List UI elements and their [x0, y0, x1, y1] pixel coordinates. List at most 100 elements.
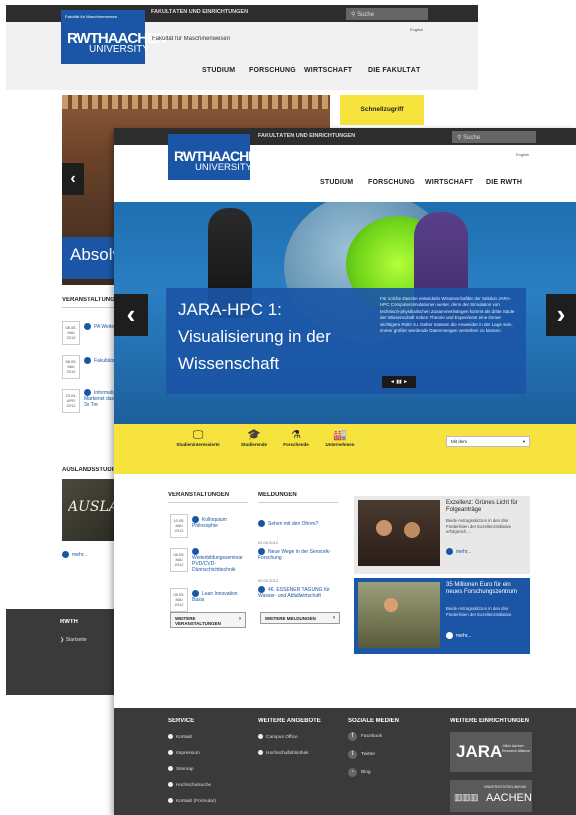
footer-link[interactable]: Kontakt (Formular)	[168, 798, 216, 804]
footer-link[interactable]: Kontakt	[168, 734, 192, 740]
teaser-2-more-link[interactable]: mehr...	[446, 632, 471, 639]
news-date: 09.05.2012	[258, 578, 279, 583]
front-nav-wirtschaft[interactable]: WIRTSCHAFT	[425, 179, 473, 186]
divider	[62, 307, 122, 308]
teaser-2-text: Beide Antragsskizzen in den drei Förderl…	[446, 606, 513, 617]
front-event-link[interactable]: Lean Innovation Basis	[192, 590, 242, 603]
arrow-circle-icon	[168, 798, 173, 803]
front-search-input[interactable]: ⚲ Suche	[452, 131, 536, 143]
divider	[168, 502, 248, 503]
back-nav-fakultaet[interactable]: DIE FAKULTÄT	[368, 67, 420, 74]
front-event-date: 10.05. MAI 2012	[170, 514, 188, 538]
teaser-1-more-link[interactable]: mehr...	[446, 548, 471, 555]
front-hero-title-2: Visualisierung in der	[178, 327, 331, 346]
back-rwth-logo[interactable]: Fakultät für Maschinenwesen RWTHAACHEN U…	[61, 10, 166, 64]
front-nav-die-rwth[interactable]: DIE RWTH	[486, 179, 522, 186]
front-faculties-menu[interactable]: FAKULTÄTEN UND EINRICHTUNGEN	[258, 133, 355, 139]
audience-studierende[interactable]: 🎓 Studierende	[232, 428, 276, 447]
graduation-cap-icon: 🎓	[247, 429, 261, 441]
footer-link[interactable]: Impressum	[168, 750, 200, 756]
footer-service-heading: SERVICE	[168, 718, 195, 724]
front-english-link[interactable]: English	[516, 152, 529, 157]
arrow-circle-icon	[446, 548, 453, 555]
footer-link[interactable]: Campus Office	[258, 734, 298, 740]
audience-label: Unternehmen	[325, 442, 355, 447]
front-nav-studium[interactable]: STUDIUM	[320, 179, 353, 186]
footer-link-label: Campus Office	[266, 734, 298, 740]
front-more-events-button[interactable]: WEITERE VERANSTALTUNGEN ›	[170, 612, 246, 628]
front-events-heading: VERANSTALTUNGEN	[168, 492, 230, 498]
front-news-link[interactable]: Sehen mit den Ohren?	[258, 520, 343, 527]
news-title: Neue Wege in der Sensorik-Forschung	[258, 548, 331, 561]
front-more-news-button[interactable]: WEITERE MELDUNGEN ›	[260, 612, 340, 624]
back-logo-sub: UNIVERSITY	[89, 44, 150, 55]
front-event-link[interactable]: Weiterbildungsseminar PVD/CVD-Dünnschich…	[192, 548, 248, 573]
front-event-link[interactable]: Kolloquium Philosophie	[192, 516, 242, 529]
footer-social-link[interactable]: t Twitter	[348, 750, 375, 759]
jara-logo[interactable]: JARA Jülich Aachen Research Alliance	[450, 732, 532, 772]
audience-unternehmen[interactable]: 🏭 Unternehmen	[318, 428, 362, 447]
front-audience-select[interactable]: Mit dem ▾	[446, 436, 530, 447]
back-hero-ceiling	[62, 95, 330, 109]
footer-link-label: Hochschulbibliothek	[266, 750, 309, 756]
back-english-link[interactable]: English	[410, 27, 423, 32]
footer-link-label: Hochschulsuche	[176, 782, 212, 788]
front-news-link[interactable]: Neue Wege in der Sensorik-Forschung	[258, 548, 340, 561]
news-title: Sehen mit den Ohren?	[268, 520, 319, 527]
teaser-2-title[interactable]: 35 Millionen Euro für ein neues Forschun…	[446, 582, 528, 596]
arrow-circle-icon	[446, 632, 453, 639]
footer-link[interactable]: Sitemap	[168, 766, 194, 772]
front-next-arrow[interactable]: ›	[546, 294, 576, 336]
front-news-link[interactable]: 46. ESSENER TAGUNG für Wasser- und Abfal…	[258, 586, 342, 599]
factory-icon: 🏭	[333, 429, 347, 441]
chevron-right-icon: ›	[333, 615, 335, 621]
news-title: 46. ESSENER TAGUNG für Wasser- und Abfal…	[258, 586, 330, 599]
footer-link-label: Kontakt	[176, 734, 193, 740]
rss-icon: ◔	[348, 768, 357, 777]
back-footer-heading: RWTH	[60, 619, 78, 625]
teaser-1-face	[376, 520, 392, 536]
footer-link-label: Startseite	[65, 637, 87, 643]
front-prev-arrow[interactable]: ‹	[114, 294, 148, 336]
arrow-circle-icon	[192, 590, 199, 597]
select-value: Mit dem	[451, 439, 468, 444]
social-label: Blog	[361, 770, 371, 775]
front-hero-pager[interactable]: ◄ ▮▮ ►	[382, 376, 416, 388]
social-label: Twitter	[361, 752, 376, 757]
footer-social-link[interactable]: ◔ Blog	[348, 768, 371, 777]
front-news-heading: MELDUNGEN	[258, 492, 297, 498]
back-prev-arrow[interactable]: ‹	[62, 163, 84, 195]
footer-social-link[interactable]: f Facebook	[348, 732, 382, 741]
back-nav-studium[interactable]: STUDIUM	[202, 67, 235, 74]
back-event-date: 08.05. MAI 2012	[62, 321, 80, 345]
social-label: Facebook	[361, 734, 383, 739]
back-search-input[interactable]: ⚲ Suche	[346, 8, 428, 20]
teaser-1-text: Beide Antragsskizzen in den drei Förderl…	[446, 518, 512, 534]
back-nav-wirtschaft[interactable]: WIRTSCHAFT	[304, 67, 352, 74]
back-faculty-title: Fakultät für Maschinenwesen	[152, 36, 231, 42]
button-label: WEITERE VERANSTALTUNGEN	[175, 616, 221, 626]
front-hero-description: Für solche Zwecke entwickeln Wissenschaf…	[380, 296, 515, 334]
teaser-2-face	[384, 598, 398, 612]
audience-forschende[interactable]: ⚗ Forschende	[276, 428, 316, 447]
aachen-clinic-logo[interactable]: UNIVERSITÄTSKLINIKUM ▥▥▥ AACHEN	[450, 780, 532, 812]
footer-link[interactable]: Hochschulsuche	[168, 782, 211, 788]
front-rwth-logo[interactable]: RWTHAACHEN UNIVERSITY	[168, 134, 266, 180]
footer-offers-heading: WEITERE ANGEBOTE	[258, 718, 321, 724]
arrow-circle-icon	[258, 548, 265, 555]
back-faculties-menu[interactable]: FAKULTÄTEN UND EINRICHTUNGEN	[151, 9, 248, 15]
audience-studieninteressierte[interactable]: 🖵 Studieninteressierte	[174, 428, 222, 447]
teaser-1-title[interactable]: Exzellenz: Grünes Licht für Folgeanträge	[446, 500, 528, 514]
back-quick-access-button[interactable]: Schnellzugriff	[340, 95, 424, 125]
chevron-down-icon: ▾	[522, 439, 525, 444]
front-nav-forschung[interactable]: FORSCHUNG	[368, 179, 415, 186]
footer-social-heading: SOZIALE MEDIEN	[348, 718, 400, 724]
footer-link[interactable]: Hochschulbibliothek	[258, 750, 309, 756]
news-date: 02.05.2012	[258, 540, 279, 545]
back-nav-forschung[interactable]: FORSCHUNG	[249, 67, 296, 74]
arrow-circle-icon	[258, 520, 265, 527]
arrow-circle-icon	[168, 782, 173, 787]
audience-label: Studierende	[240, 442, 267, 447]
back-footer-link[interactable]: ❯ Startseite	[60, 637, 87, 643]
back-abroad-more-link[interactable]: mehr...	[62, 551, 87, 558]
